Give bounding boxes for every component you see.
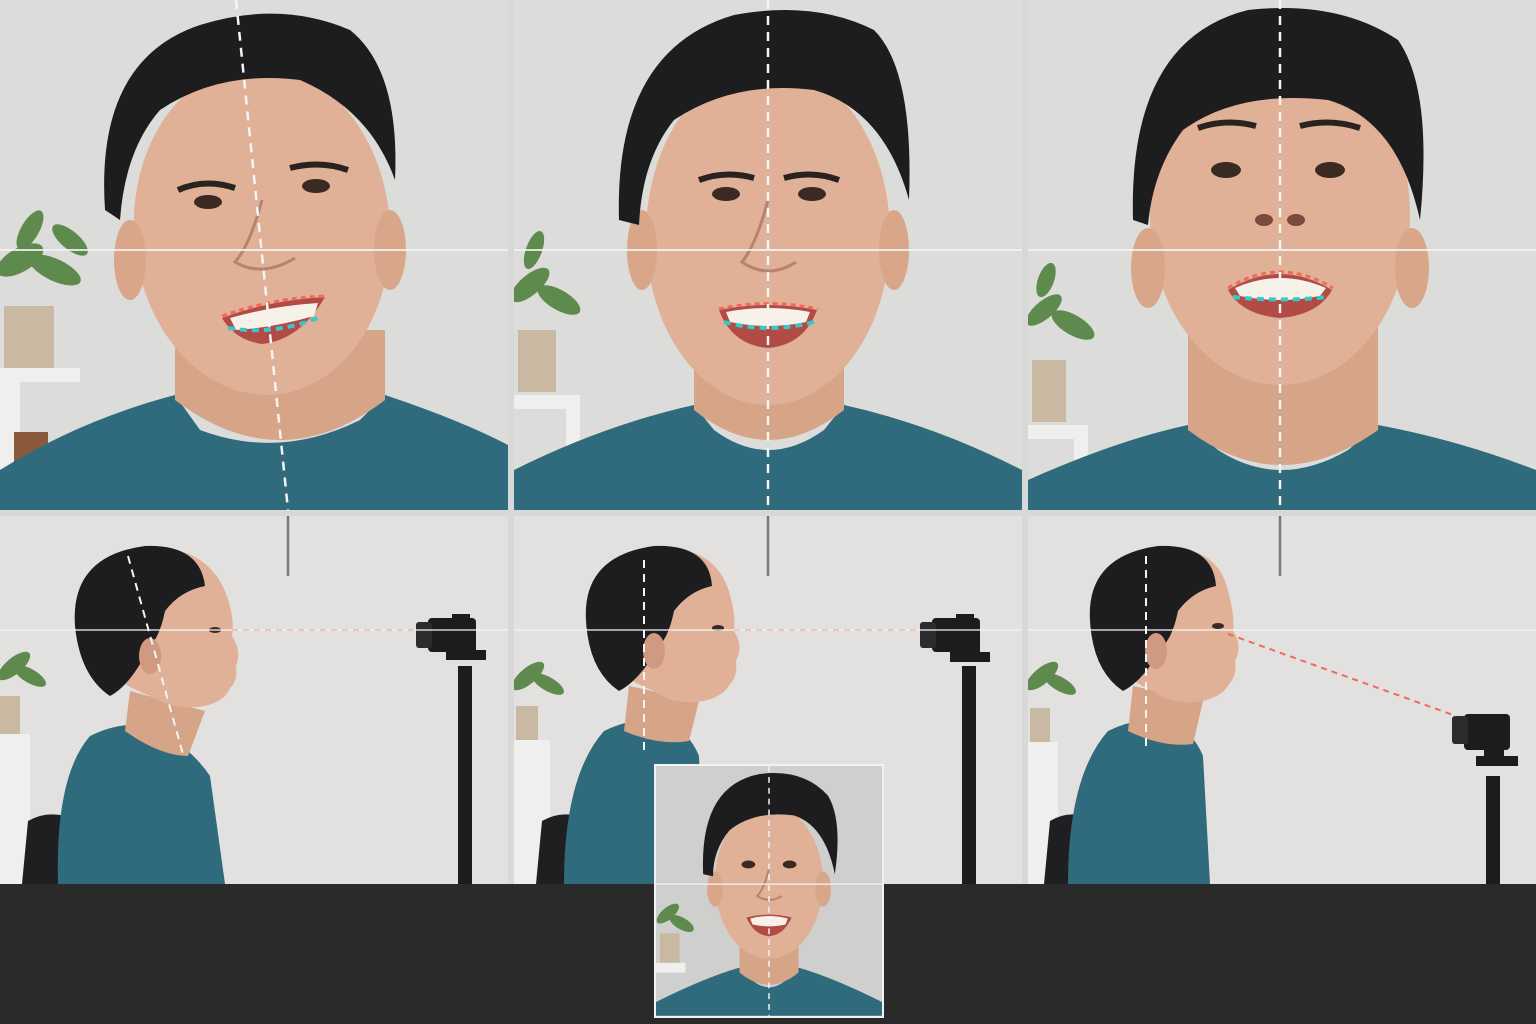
front-portrait-level — [514, 0, 1022, 510]
ear — [1145, 633, 1167, 669]
front-portrait-raised — [1028, 0, 1536, 510]
front-panel-raised — [1028, 0, 1536, 510]
front-panel-level — [514, 0, 1022, 510]
side-portrait-3 — [1028, 516, 1536, 884]
panel-divider — [508, 0, 514, 884]
left-eye — [712, 187, 740, 201]
front-portrait-tilted — [0, 0, 508, 510]
side-panel-camera-low — [1028, 516, 1536, 884]
front-panel-tilted — [0, 0, 508, 510]
shelf — [514, 395, 580, 409]
eye — [1212, 623, 1224, 629]
panel-divider — [1022, 0, 1028, 884]
right-eye — [302, 179, 330, 193]
side-panel-eye-level-1 — [0, 516, 508, 884]
shelf — [0, 368, 80, 382]
plant-pot-icon — [518, 330, 556, 392]
row-divider — [0, 510, 1536, 516]
shelf — [1028, 425, 1088, 439]
ear — [139, 638, 161, 674]
reference-portrait-inset — [654, 764, 884, 1018]
reference-portrait — [656, 766, 882, 1016]
plant-pot-icon — [4, 306, 54, 368]
left-eye — [1211, 162, 1241, 178]
plant-pot-icon — [1032, 360, 1066, 422]
ear — [643, 633, 665, 669]
right-eye — [1315, 162, 1345, 178]
side-portrait-1 — [0, 516, 508, 884]
right-eye — [798, 187, 826, 201]
left-eye — [194, 195, 222, 209]
